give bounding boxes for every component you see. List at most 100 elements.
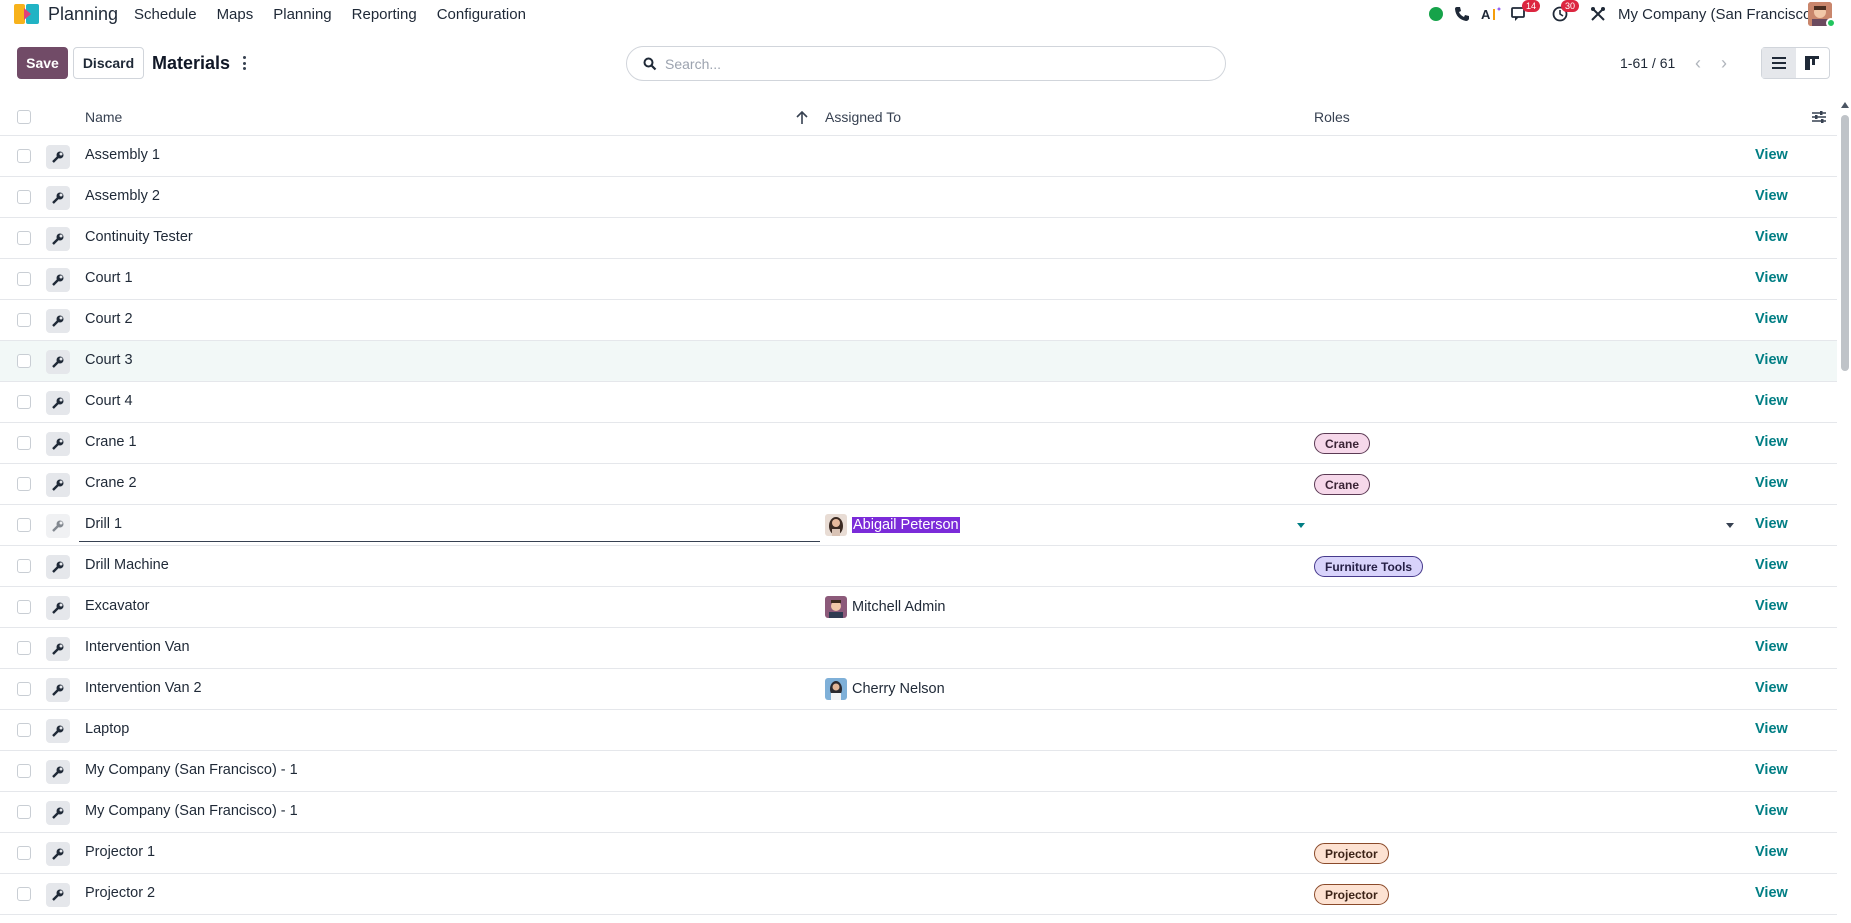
table-row[interactable]: Crane 1 Crane View (0, 423, 1837, 464)
row-checkbox[interactable] (17, 846, 31, 860)
assigned-to-input[interactable]: Abigail Peterson (825, 514, 960, 536)
table-row[interactable]: Excavator Mitchell Admin View (0, 587, 1837, 628)
cell-name[interactable]: Excavator (85, 598, 149, 614)
cell-name[interactable]: Court 3 (85, 352, 133, 368)
menu-planning[interactable]: Planning (273, 6, 331, 23)
view-link[interactable]: View (1755, 352, 1788, 368)
table-row[interactable]: Court 1 View (0, 259, 1837, 300)
row-checkbox[interactable] (17, 313, 31, 327)
table-row[interactable]: Court 2 View (0, 300, 1837, 341)
view-link[interactable]: View (1755, 516, 1788, 532)
pager-previous-button[interactable]: ‹ (1685, 47, 1711, 79)
select-all-checkbox[interactable] (17, 110, 31, 124)
row-checkbox[interactable] (17, 477, 31, 491)
table-row[interactable]: Crane 2 Crane View (0, 464, 1837, 505)
view-link[interactable]: View (1755, 639, 1788, 655)
table-row[interactable]: Assembly 1 View (0, 136, 1837, 177)
phone-icon[interactable] (1452, 3, 1472, 25)
row-checkbox[interactable] (17, 887, 31, 901)
save-button[interactable]: Save (17, 47, 68, 79)
table-row[interactable]: My Company (San Francisco) - 1 View (0, 751, 1837, 792)
view-link[interactable]: View (1755, 844, 1788, 860)
view-link[interactable]: View (1755, 311, 1788, 327)
view-link[interactable]: View (1755, 557, 1788, 573)
menu-reporting[interactable]: Reporting (352, 6, 417, 23)
cell-name[interactable]: Drill Machine (85, 557, 169, 573)
row-checkbox[interactable] (17, 354, 31, 368)
scrollbar-thumb[interactable] (1841, 115, 1849, 371)
view-link[interactable]: View (1755, 270, 1788, 286)
table-row[interactable]: Intervention Van 2 Cherry Nelson View (0, 669, 1837, 710)
cell-name[interactable]: My Company (San Francisco) - 1 (85, 762, 298, 778)
view-link[interactable]: View (1755, 434, 1788, 450)
assigned-to-cell[interactable]: Mitchell Admin (825, 596, 945, 618)
cell-name[interactable]: Crane 1 (85, 434, 137, 450)
view-link[interactable]: View (1755, 475, 1788, 491)
actions-menu-icon[interactable] (239, 54, 249, 72)
list-view-button[interactable] (1762, 48, 1796, 78)
scroll-up-arrow[interactable] (1841, 102, 1849, 108)
table-row[interactable]: Continuity Tester View (0, 218, 1837, 259)
roles-dropdown-icon[interactable] (1726, 523, 1734, 528)
column-header-assigned[interactable]: Assigned To (825, 109, 901, 125)
assigned-dropdown-icon[interactable] (1297, 523, 1305, 528)
table-row[interactable]: Intervention Van View (0, 628, 1837, 669)
cell-name[interactable]: Assembly 2 (85, 188, 160, 204)
cell-name[interactable]: Crane 2 (85, 475, 137, 491)
cell-name[interactable]: Laptop (85, 721, 129, 737)
row-checkbox[interactable] (17, 272, 31, 286)
row-checkbox[interactable] (17, 231, 31, 245)
menu-configuration[interactable]: Configuration (437, 6, 526, 23)
row-checkbox[interactable] (17, 395, 31, 409)
column-header-roles[interactable]: Roles (1314, 109, 1350, 125)
discard-button[interactable]: Discard (73, 47, 144, 79)
row-checkbox[interactable] (17, 190, 31, 204)
table-row[interactable]: Projector 1 Projector View (0, 833, 1837, 874)
view-link[interactable]: View (1755, 762, 1788, 778)
app-name[interactable]: Planning (48, 4, 118, 25)
view-link[interactable]: View (1755, 188, 1788, 204)
cell-name[interactable]: My Company (San Francisco) - 1 (85, 803, 298, 819)
row-checkbox[interactable] (17, 436, 31, 450)
clock-icon[interactable]: 30 (1548, 0, 1580, 25)
row-checkbox[interactable] (17, 641, 31, 655)
row-checkbox[interactable] (17, 518, 31, 532)
search-bar[interactable] (626, 46, 1226, 81)
table-row[interactable]: Laptop View (0, 710, 1837, 751)
ai-icon[interactable]: A (1480, 3, 1502, 25)
assigned-to-cell[interactable]: Cherry Nelson (825, 678, 945, 700)
view-link[interactable]: View (1755, 598, 1788, 614)
view-link[interactable]: View (1755, 393, 1788, 409)
view-link[interactable]: View (1755, 803, 1788, 819)
row-checkbox[interactable] (17, 600, 31, 614)
cell-name[interactable]: Court 1 (85, 270, 133, 286)
cell-name[interactable]: Assembly 1 (85, 147, 160, 163)
view-link[interactable]: View (1755, 147, 1788, 163)
cell-name[interactable]: Court 4 (85, 393, 133, 409)
assigned-to-value[interactable]: Abigail Peterson (852, 517, 960, 533)
row-checkbox[interactable] (17, 764, 31, 778)
cell-name[interactable]: Intervention Van (85, 639, 190, 655)
table-row[interactable]: Court 3 View (0, 341, 1837, 382)
menu-maps[interactable]: Maps (217, 6, 254, 23)
optional-columns-icon[interactable] (1812, 110, 1826, 124)
tools-icon[interactable] (1588, 3, 1608, 25)
view-link[interactable]: View (1755, 721, 1788, 737)
messages-icon[interactable]: 14 (1508, 0, 1541, 25)
table-row[interactable]: Assembly 2 View (0, 177, 1837, 218)
pager-value[interactable]: 1-61 / 61 (1620, 55, 1675, 71)
search-input[interactable] (665, 54, 1205, 74)
row-checkbox[interactable] (17, 149, 31, 163)
cell-name[interactable]: Court 2 (85, 311, 133, 327)
kanban-view-button[interactable] (1796, 48, 1830, 78)
row-checkbox[interactable] (17, 682, 31, 696)
table-row[interactable]: Drill Machine Furniture Tools View (0, 546, 1837, 587)
table-row[interactable]: Court 4 View (0, 382, 1837, 423)
status-online-icon[interactable] (1428, 3, 1444, 25)
table-row[interactable]: Projector 2 Projector View (0, 874, 1837, 915)
cell-name[interactable]: Projector 1 (85, 844, 155, 860)
name-input[interactable]: Drill 1 (85, 516, 122, 532)
cell-name[interactable]: Intervention Van 2 (85, 680, 202, 696)
view-link[interactable]: View (1755, 229, 1788, 245)
cell-name[interactable]: Continuity Tester (85, 229, 193, 245)
